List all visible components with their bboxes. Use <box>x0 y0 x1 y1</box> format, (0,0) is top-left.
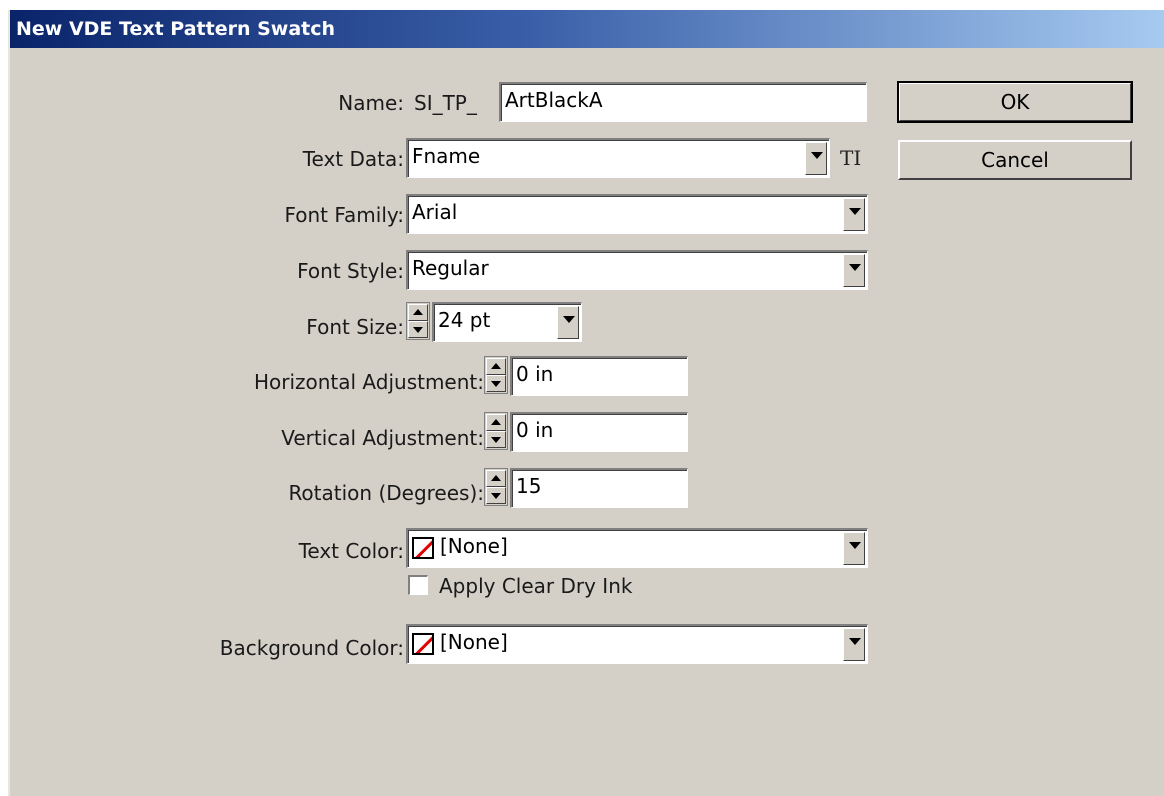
apply-clear-dry-ink-label[interactable]: Apply Clear Dry Ink <box>439 574 632 598</box>
vertical-adjustment-label: Vertical Adjustment: <box>281 426 484 450</box>
chevron-down-icon[interactable] <box>843 532 865 565</box>
rotation-stepper[interactable] <box>484 468 508 506</box>
font-style-value: Regular <box>412 256 489 280</box>
chevron-down-icon[interactable] <box>557 306 579 339</box>
apply-clear-dry-ink-checkbox[interactable] <box>408 575 428 595</box>
arrow-up-icon[interactable] <box>486 414 506 431</box>
text-color-value: [None] <box>440 534 508 558</box>
arrow-down-icon[interactable] <box>486 487 506 504</box>
name-input[interactable]: ArtBlackA <box>499 82 867 122</box>
font-style-label: Font Style: <box>297 259 404 283</box>
name-prefix: SI_TP_ <box>414 91 477 115</box>
font-family-dropdown[interactable]: Arial <box>406 194 868 234</box>
text-data-value: Fname <box>412 144 481 168</box>
arrow-up-icon[interactable] <box>486 470 506 487</box>
horizontal-adjustment-label: Horizontal Adjustment: <box>253 370 484 394</box>
title-bar[interactable]: New VDE Text Pattern Swatch <box>10 10 1164 48</box>
font-size-value: 24 pt <box>438 308 491 332</box>
font-family-label: Font Family: <box>284 203 404 227</box>
name-value: ArtBlackA <box>505 88 603 112</box>
ok-button-label: OK <box>1000 90 1030 114</box>
chevron-down-icon[interactable] <box>805 142 827 175</box>
vertical-adjustment-input[interactable]: 0 in <box>510 412 688 452</box>
background-color-value: [None] <box>440 630 508 654</box>
rotation-label: Rotation (Degrees): <box>288 481 484 505</box>
none-swatch-icon <box>412 537 434 559</box>
vertical-adjustment-stepper[interactable] <box>484 412 508 450</box>
vertical-adjustment-value: 0 in <box>516 418 554 442</box>
chevron-down-icon[interactable] <box>843 254 865 287</box>
arrow-up-icon[interactable] <box>408 304 428 321</box>
name-label: Name: <box>338 91 404 115</box>
cancel-button-label: Cancel <box>981 148 1049 172</box>
background-color-dropdown[interactable]: [None] <box>406 624 868 664</box>
ok-button[interactable]: OK <box>897 81 1133 123</box>
chevron-down-icon[interactable] <box>843 628 865 661</box>
rotation-value: 15 <box>516 474 542 498</box>
dialog-title: New VDE Text Pattern Swatch <box>16 18 336 40</box>
none-swatch-icon <box>412 633 434 655</box>
horizontal-adjustment-value: 0 in <box>516 362 554 386</box>
background-color-label: Background Color: <box>219 636 404 660</box>
arrow-down-icon[interactable] <box>486 375 506 392</box>
text-data-dropdown[interactable]: Fname <box>406 138 830 178</box>
font-size-stepper[interactable] <box>406 302 430 340</box>
chevron-down-icon[interactable] <box>843 198 865 231</box>
horizontal-adjustment-input[interactable]: 0 in <box>510 356 688 396</box>
arrow-up-icon[interactable] <box>486 358 506 375</box>
text-color-dropdown[interactable]: [None] <box>406 528 868 568</box>
dialog-window: New VDE Text Pattern Swatch Name: SI_TP_… <box>8 10 1164 796</box>
cancel-button[interactable]: Cancel <box>898 140 1132 180</box>
font-family-value: Arial <box>412 200 458 224</box>
text-color-label: Text Color: <box>298 539 404 563</box>
text-data-label: Text Data: <box>302 147 404 171</box>
rotation-input[interactable]: 15 <box>510 468 688 508</box>
font-size-label: Font Size: <box>306 315 404 339</box>
font-style-dropdown[interactable]: Regular <box>406 250 868 290</box>
font-size-combobox[interactable]: 24 pt <box>432 302 582 342</box>
arrow-down-icon[interactable] <box>486 431 506 448</box>
arrow-down-icon[interactable] <box>408 321 428 338</box>
text-variable-icon[interactable]: TI <box>840 146 861 170</box>
horizontal-adjustment-stepper[interactable] <box>484 356 508 394</box>
